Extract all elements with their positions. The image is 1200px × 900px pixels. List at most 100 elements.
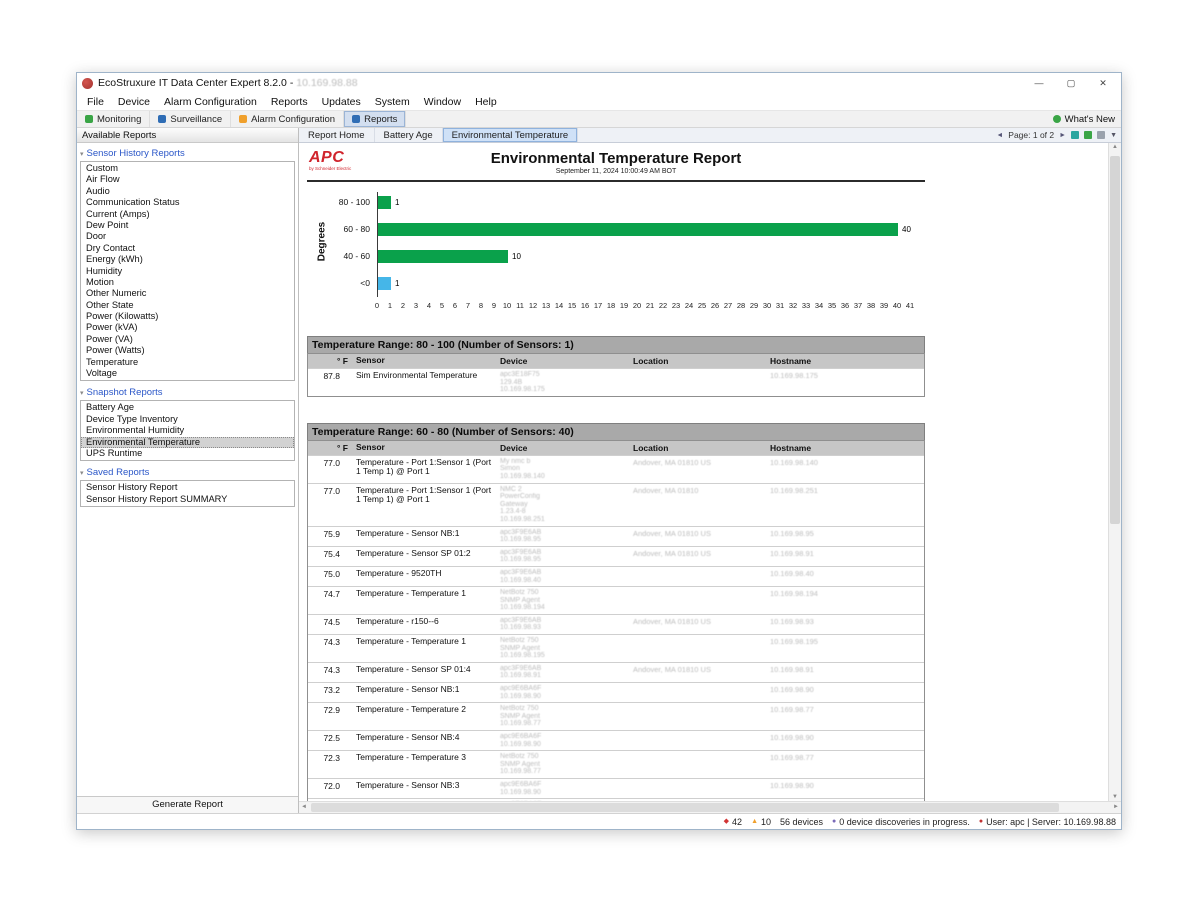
sidebar-item[interactable]: Battery Age [81,402,294,413]
device-line: 10.169.98.90 [500,741,625,749]
sidebar-item[interactable]: Power (VA) [81,334,294,345]
menu-item-window[interactable]: Window [417,94,468,110]
horizontal-scrollbar[interactable]: ◄ ► [299,801,1121,813]
print-icon[interactable] [1097,131,1105,139]
report-table: Temperature Range: 80 - 100 (Number of S… [307,336,925,397]
device-line: SNMP Agent [500,713,625,721]
cell-location [629,751,766,778]
section-title[interactable]: ▾Saved Reports [79,465,296,480]
sidebar-item[interactable]: Sensor History Report [81,482,294,493]
maximize-button[interactable]: ▢ [1055,74,1087,92]
cell-hostname: 10.169.98.251 [766,484,926,526]
perspective-tab-monitoring[interactable]: Monitoring [77,111,150,127]
chart-x-tick-label: 7 [466,301,470,310]
report-tab-bar: Report HomeBattery AgeEnvironmental Temp… [299,128,1121,143]
sidebar-item[interactable]: Custom [81,163,294,174]
cell-hostname: 10.169.98.40 [766,567,926,586]
sidebar-item[interactable]: Door [81,231,294,242]
sidebar-item[interactable]: Current (Amps) [81,209,294,220]
table-row: 74.7Temperature - Temperature 1NetBotz 7… [308,586,924,614]
scroll-down-icon[interactable]: ▼ [1109,794,1121,800]
collapse-icon: ▾ [80,469,84,477]
section-title-label: Sensor History Reports [87,148,185,159]
scroll-left-icon[interactable]: ◄ [301,804,307,810]
page-indicator: Page: 1 of 2 [1008,130,1054,140]
sidebar-item[interactable]: Humidity [81,266,294,277]
report-header: APC by Schneider Electric Environmental … [307,150,925,182]
menu-item-reports[interactable]: Reports [264,94,315,110]
device-line: PowerConfig [500,493,625,501]
sidebar-item[interactable]: Dew Point [81,220,294,231]
cell-temperature: 77.0 [308,484,352,526]
window-title-server: 10.169.98.88 [296,77,357,89]
chart-x-tick-label: 39 [880,301,888,310]
sidebar-item[interactable]: Motion [81,277,294,288]
view-menu-caret-icon[interactable]: ▼ [1110,132,1117,139]
menu-item-file[interactable]: File [80,94,111,110]
menu-item-system[interactable]: System [368,94,417,110]
sidebar-item[interactable]: Energy (kWh) [81,254,294,265]
sidebar-item[interactable]: Environmental Temperature [81,437,294,448]
menu-item-alarm-configuration[interactable]: Alarm Configuration [157,94,264,110]
sidebar-item[interactable]: Power (Watts) [81,345,294,356]
table-header-row: ° FSensorDeviceLocationHostname [308,441,924,455]
sidebar-item[interactable]: Communication Status [81,197,294,208]
chart-x-tick-label: 2 [401,301,405,310]
chart-x-tick-label: 40 [893,301,901,310]
sidebar-item[interactable]: Other State [81,300,294,311]
chart-bar-value: 10 [512,250,521,263]
sidebar-item[interactable]: Audio [81,186,294,197]
vertical-scrollbar[interactable]: ▲ ▼ [1108,143,1121,801]
export-csv-icon[interactable] [1071,131,1079,139]
sidebar-item[interactable]: Temperature [81,357,294,368]
perspective-icon [352,115,360,123]
status-segment: 56 devices [780,817,823,827]
cell-sensor: Temperature - 9520TH [352,567,496,586]
sidebar-item[interactable]: Dry Contact [81,243,294,254]
scroll-up-icon[interactable]: ▲ [1109,144,1121,150]
sidebar-item[interactable]: Power (Kilowatts) [81,311,294,322]
perspective-tab-alarm-configuration[interactable]: Alarm Configuration [231,111,344,127]
perspective-tab-reports[interactable]: Reports [344,111,406,127]
tab-environmental-temperature[interactable]: Environmental Temperature [443,128,579,142]
tab-report-home[interactable]: Report Home [299,128,375,142]
table-row: 75.0Temperature - 9520THapc3F9E6AB10.169… [308,566,924,586]
tab-battery-age[interactable]: Battery Age [375,128,443,142]
device-line: 10.169.98.95 [500,556,625,564]
cell-hostname: 10.169.98.175 [766,369,926,396]
section-title-label: Saved Reports [87,467,150,478]
cell-sensor: Temperature - Temperature 1 [352,635,496,662]
menu-item-updates[interactable]: Updates [315,94,368,110]
chart-x-tick-label: 9 [492,301,496,310]
sidebar-item[interactable]: Voltage [81,368,294,379]
cell-temperature: 72.3 [308,751,352,778]
menu-item-help[interactable]: Help [468,94,504,110]
next-page-button[interactable]: ► [1059,132,1066,139]
scroll-right-icon[interactable]: ► [1113,804,1119,810]
export-pdf-icon[interactable] [1084,131,1092,139]
cell-device: apc9E6BA6F10.169.98.90 [496,683,629,702]
section-title[interactable]: ▾Snapshot Reports [79,385,296,400]
cell-sensor: Temperature - Temperature 3 [352,751,496,778]
close-button[interactable]: ✕ [1087,74,1119,92]
prev-page-button[interactable]: ◄ [996,132,1003,139]
horizontal-scroll-thumb[interactable] [311,803,1059,812]
sidebar-item[interactable]: Other Numeric [81,288,294,299]
whats-new-link[interactable]: What's New [1047,111,1121,127]
sidebar-item[interactable]: Power (kVA) [81,322,294,333]
chart-x-axis: 0123456789101112131415161718192021222324… [377,301,923,313]
menu-item-device[interactable]: Device [111,94,157,110]
sidebar-item[interactable]: Sensor History Report SUMMARY [81,494,294,505]
sidebar-item[interactable]: UPS Runtime [81,448,294,459]
column-header: Device [496,441,629,455]
perspective-tab-surveillance[interactable]: Surveillance [150,111,231,127]
sidebar-item[interactable]: Air Flow [81,174,294,185]
generate-report-button[interactable]: Generate Report [77,796,298,813]
report-tables: Temperature Range: 80 - 100 (Number of S… [307,336,1108,801]
vertical-scroll-thumb[interactable] [1110,156,1120,524]
chart-x-tick-label: 8 [479,301,483,310]
section-title[interactable]: ▾Sensor History Reports [79,146,296,161]
minimize-button[interactable]: — [1023,74,1055,92]
sidebar-item[interactable]: Device Type Inventory [81,414,294,425]
sidebar-item[interactable]: Environmental Humidity [81,425,294,436]
